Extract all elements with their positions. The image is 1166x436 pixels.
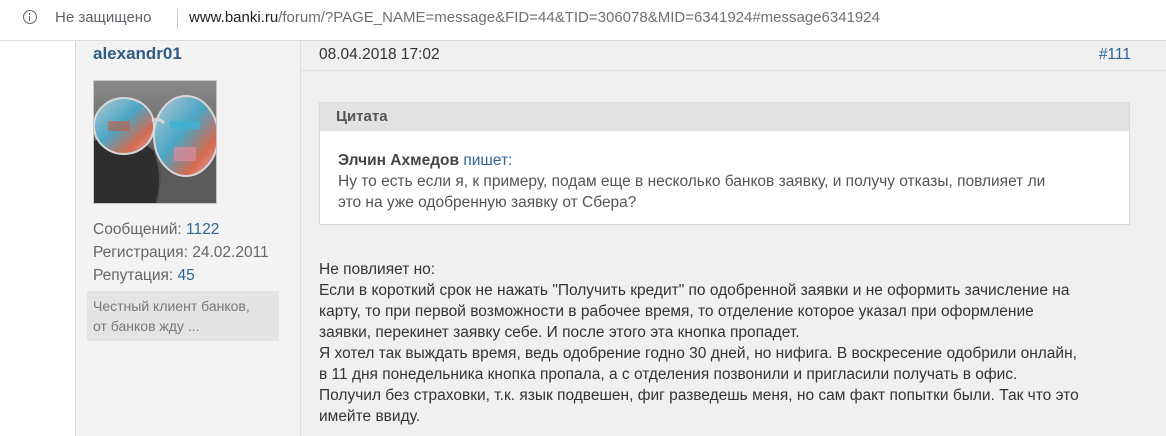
registration-date: 24.02.2011 [192, 244, 269, 261]
author-registration-stat: Регистрация: 24.02.2011 [93, 244, 269, 262]
author-messages-stat: Сообщений: 1122 [93, 221, 219, 239]
reputation-link[interactable]: 45 [178, 267, 195, 284]
security-label[interactable]: Не защищено [55, 9, 151, 26]
author-username[interactable]: alexandr01 [93, 44, 182, 64]
registration-label: Регистрация: [93, 244, 188, 261]
url-path: /forum/?PAGE_NAME=message&FID=44&TID=306… [278, 9, 880, 26]
message-line: Получил без страховки, т.к. язык подвеше… [319, 387, 1079, 404]
quote-line: это на уже одобренную заявку от Сбера? [338, 194, 637, 211]
message-line: Если в короткий срок не нажать "Получить… [319, 282, 1070, 299]
messages-label: Сообщений: [93, 221, 182, 238]
url-field[interactable]: www.banki.ru/forum/?PAGE_NAME=message&FI… [189, 9, 880, 26]
forum-page: alexandr01 Сообщений: 1122 Регистрация: … [0, 41, 1166, 436]
forum-post: alexandr01 Сообщений: 1122 Регистрация: … [75, 41, 1166, 436]
message-line: карту, то при первой возможности в рабоч… [319, 303, 1034, 320]
message-body: Не повлияет но: Если в короткий срок не … [319, 259, 1139, 427]
message-panel: 08.04.2018 17:02 #111 Цитата Элчин Ахмед… [301, 41, 1166, 436]
info-icon[interactable] [23, 10, 37, 24]
url-domain: www.banki.ru [189, 9, 279, 26]
author-panel: alexandr01 Сообщений: 1122 Регистрация: … [76, 41, 301, 436]
status-line-1: Честный клиент банков, [93, 298, 250, 314]
reputation-label: Репутация: [93, 267, 174, 284]
post-date: 08.04.2018 17:02 [319, 46, 440, 63]
post-number-link[interactable]: #111 [1099, 46, 1131, 64]
quote-line: Ну то есть если я, к примеру, подам еще … [338, 173, 1046, 190]
message-line: в 11 дня понедельника кнопка пропала, а … [319, 366, 1018, 383]
quote-writes: пишет: [463, 152, 513, 169]
quote-header: Цитата [320, 103, 1129, 131]
message-line: Я хотел так выждать время, ведь одобрени… [319, 345, 1077, 362]
author-reputation-stat: Репутация: 45 [93, 267, 195, 285]
message-line: заявки, перекинет заявку себе. И после э… [319, 324, 800, 341]
quote-author: Элчин Ахмедов [338, 152, 460, 169]
avatar-image [94, 81, 216, 203]
author-avatar[interactable] [93, 80, 217, 204]
messages-count-link[interactable]: 1122 [186, 221, 219, 238]
message-line: Не повлияет но: [319, 261, 436, 278]
quote-attribution: Элчин Ахмедов пишет: [338, 150, 1118, 171]
author-status: Честный клиент банков, от банков жду ... [87, 291, 279, 341]
quote-body: Элчин Ахмедов пишет: Ну то есть если я, … [338, 150, 1118, 213]
message-line: имейте ввиду. [319, 408, 421, 425]
address-separator [177, 9, 178, 29]
browser-address-bar: Не защищено www.banki.ru/forum/?PAGE_NAM… [0, 0, 1166, 41]
message-header: 08.04.2018 17:02 #111 [301, 41, 1166, 71]
quote-block: Цитата Элчин Ахмедов пишет: Ну то есть е… [319, 102, 1130, 225]
status-line-2: от банков жду ... [93, 318, 200, 334]
